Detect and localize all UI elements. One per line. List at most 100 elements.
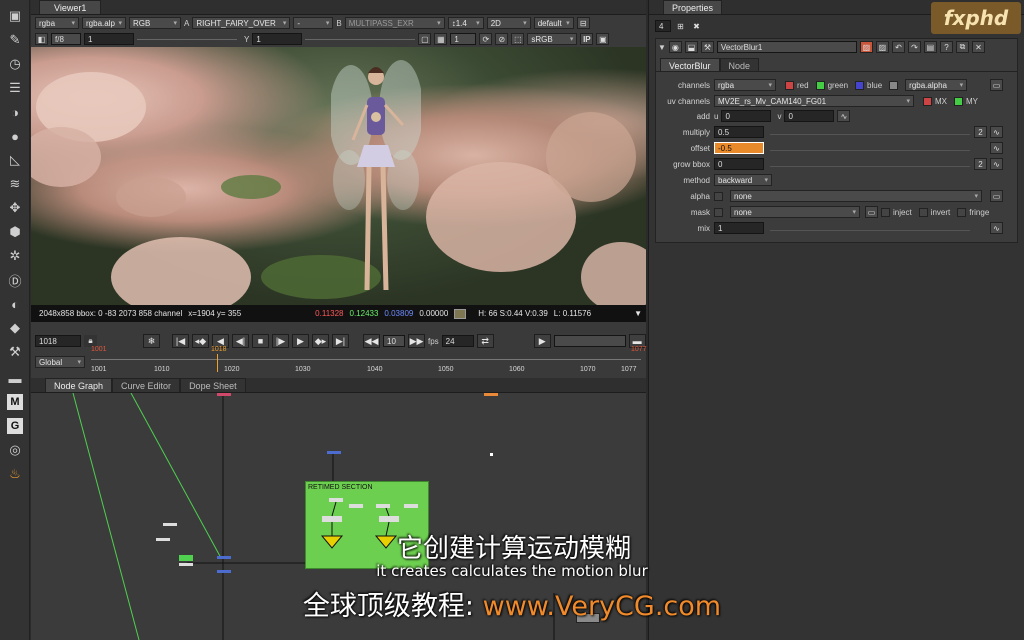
curve-icon[interactable]: ∿ xyxy=(990,142,1003,154)
playhead-frame[interactable]: 1018 xyxy=(211,346,227,353)
tab-curve-editor[interactable]: Curve Editor xyxy=(112,378,181,392)
frame-field[interactable]: 1 xyxy=(450,33,477,45)
redo-icon[interactable]: ↷ xyxy=(907,41,921,53)
mask-checkbox[interactable] xyxy=(714,207,723,217)
multiply-field[interactable]: 0.5 xyxy=(714,126,764,138)
clock-icon[interactable]: ◷ xyxy=(5,54,25,74)
gain-slider[interactable] xyxy=(137,38,237,40)
wrench-icon[interactable]: ⚒ xyxy=(700,41,714,53)
current-frame-field[interactable]: 1018 xyxy=(35,335,81,347)
channels-dropdown[interactable]: rgba xyxy=(35,17,79,29)
d-icon[interactable]: Ⓓ xyxy=(5,270,25,290)
curve-icon[interactable]: ∿ xyxy=(990,126,1003,138)
dot-node[interactable] xyxy=(327,451,341,454)
playhead[interactable] xyxy=(217,354,218,372)
channels-select[interactable]: rgba xyxy=(714,79,776,91)
lut-dropdown[interactable]: default xyxy=(533,17,574,29)
channel-icon[interactable]: ☰ xyxy=(5,78,25,98)
collapse-icon[interactable]: ▼ xyxy=(658,43,666,52)
node-icon[interactable]: ⊞ xyxy=(674,20,687,32)
dot-node[interactable] xyxy=(163,523,177,526)
curve-icon[interactable]: ∿ xyxy=(990,158,1003,170)
merge-icon[interactable]: ◆ xyxy=(5,318,25,338)
tab-node-graph[interactable]: Node Graph xyxy=(45,378,113,392)
mask-link-icon[interactable]: ▭ xyxy=(865,206,878,218)
method-select[interactable]: backward xyxy=(714,174,772,186)
viewer-menu-icon[interactable]: ▣ xyxy=(5,6,25,26)
mx-checkbox[interactable] xyxy=(923,96,932,106)
dot-node[interactable] xyxy=(490,453,493,456)
tab-viewer1[interactable]: Viewer1 xyxy=(39,0,102,14)
lock-icon[interactable]: ⊟ xyxy=(576,17,590,29)
mix-slider[interactable] xyxy=(770,223,970,231)
a-input-dropdown[interactable]: RIGHT_FAIRY_OVER xyxy=(192,17,291,29)
promo-url[interactable]: www.VeryCG.com xyxy=(483,591,721,622)
viewer-image[interactable] xyxy=(31,47,646,305)
multiply-slider[interactable] xyxy=(770,127,970,135)
gamma-field[interactable]: 1 xyxy=(252,33,303,45)
undo-icon[interactable]: ↶ xyxy=(891,41,905,53)
g-icon[interactable]: G xyxy=(7,418,23,434)
gl-color-icon[interactable]: ▨ xyxy=(875,41,889,53)
info-menu-icon[interactable]: ▼ xyxy=(634,309,642,318)
tab-dope-sheet[interactable]: Dope Sheet xyxy=(180,378,246,392)
my-checkbox[interactable] xyxy=(954,96,963,106)
fullscreen-icon[interactable]: ▣ xyxy=(596,33,610,45)
offset-field[interactable]: -0.5 xyxy=(714,142,764,154)
revert-icon[interactable]: ▤ xyxy=(923,41,937,53)
alpha-channel-checkbox[interactable] xyxy=(889,80,899,90)
max-panels-field[interactable]: 4 xyxy=(655,20,671,32)
offset-slider[interactable] xyxy=(770,143,970,151)
display-dropdown[interactable]: RGB xyxy=(129,17,181,29)
clip-icon[interactable]: ▢ xyxy=(418,33,432,45)
grow-dimension[interactable]: 2 xyxy=(974,158,987,170)
ip-button[interactable]: IP xyxy=(580,33,594,45)
link-icon[interactable]: ▭ xyxy=(990,190,1003,202)
u-field[interactable]: 0 xyxy=(721,110,772,122)
curve-icon[interactable]: ∿ xyxy=(837,110,851,122)
v-field[interactable]: 0 xyxy=(784,110,835,122)
mask-select[interactable]: none xyxy=(730,206,860,218)
color-icon[interactable]: ◑ xyxy=(5,102,25,122)
timeline-ruler[interactable]: 1001 1018 1077 1001 1010 1020 1030 1040 … xyxy=(91,346,647,374)
toolsets-icon[interactable]: ⚒ xyxy=(5,342,25,362)
tab-vectorblur[interactable]: VectorBlur xyxy=(660,58,720,72)
gamma-slider[interactable] xyxy=(305,38,416,40)
tab-properties[interactable]: Properties xyxy=(663,0,723,14)
colorspace-dropdown[interactable]: sRGB xyxy=(527,33,578,45)
grow-bbox-slider[interactable] xyxy=(770,159,970,167)
keyer-icon[interactable]: ◐ xyxy=(5,294,25,314)
close-icon[interactable]: ✕ xyxy=(971,41,985,53)
cube-icon[interactable]: ⬢ xyxy=(5,222,25,242)
compare-op-dropdown[interactable]: - xyxy=(293,17,334,29)
float-icon[interactable]: ⬓ xyxy=(684,41,698,53)
grow-bbox-field[interactable]: 0 xyxy=(714,158,764,170)
curve-icon[interactable]: ∿ xyxy=(990,222,1003,234)
gain-field[interactable]: 1 xyxy=(84,33,134,45)
pause-icon[interactable]: ⊘ xyxy=(495,33,509,45)
layers-icon[interactable]: ≋ xyxy=(5,174,25,194)
circle-icon[interactable]: ● xyxy=(5,126,25,146)
in-point[interactable]: 1001 xyxy=(91,346,107,353)
blue-checkbox[interactable] xyxy=(855,80,865,90)
other-icon[interactable]: ▬ xyxy=(5,368,25,388)
invert-checkbox[interactable] xyxy=(918,207,928,217)
help-icon[interactable]: ? xyxy=(939,41,953,53)
node-name-field[interactable]: VectorBlur1 xyxy=(716,41,857,53)
b-input-dropdown[interactable]: MULTIPASS_EXR xyxy=(344,17,445,29)
multiply-dimension[interactable]: 2 xyxy=(974,126,987,138)
color-icon[interactable]: ▨ xyxy=(859,41,873,53)
zebra-icon[interactable]: ▦ xyxy=(434,33,448,45)
node-tab[interactable] xyxy=(217,393,231,396)
refresh-icon[interactable]: ⟳ xyxy=(479,33,493,45)
transform-icon[interactable]: ✥ xyxy=(5,198,25,218)
alpha-channel-select[interactable]: rgba.alpha xyxy=(905,79,968,91)
alpha-select[interactable]: none xyxy=(730,190,982,202)
inject-checkbox[interactable] xyxy=(881,207,890,217)
mix-field[interactable]: 1 xyxy=(714,222,764,234)
particles-icon[interactable]: ✲ xyxy=(5,246,25,266)
layer-dropdown[interactable]: rgba.alp xyxy=(82,17,126,29)
node-tab[interactable] xyxy=(484,393,498,396)
link-icon[interactable]: ▭ xyxy=(990,79,1003,91)
ball-icon[interactable]: ◎ xyxy=(5,440,25,460)
